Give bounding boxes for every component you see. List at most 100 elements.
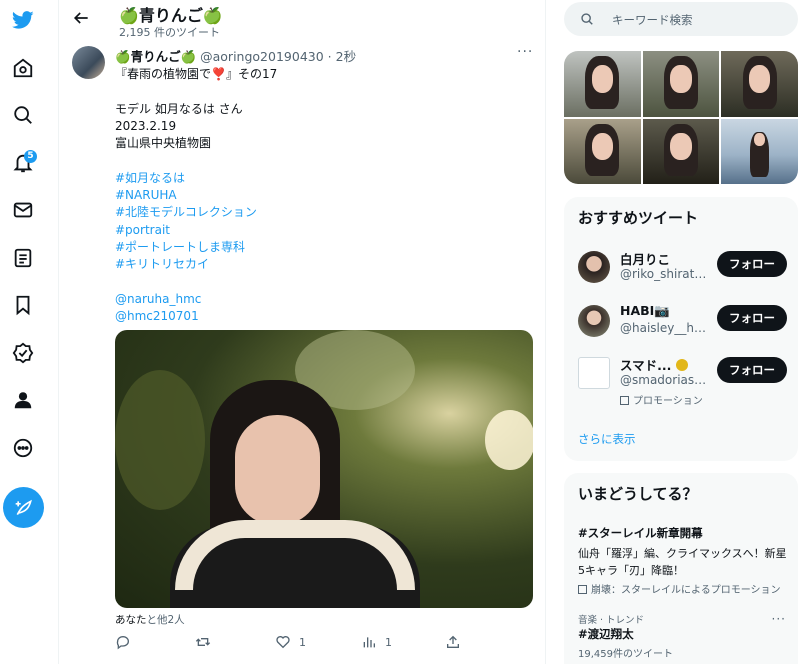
gallery-photo-face [754,132,765,146]
gallery-photo[interactable] [721,51,798,117]
views-bar-chart-icon [363,637,375,648]
retweet-icon [195,638,211,646]
user-name[interactable]: HABI📷 [620,303,670,319]
gallery-photo[interactable] [642,51,720,117]
page-title: 🍏青りんご🍏 [119,6,223,25]
photo-subject-collar [175,520,415,590]
trend-title: #渡辺翔太 [578,627,634,641]
gallery-photo[interactable] [564,118,641,184]
liked-by-line[interactable]: あなたと他2人 [115,612,185,627]
mention-link[interactable]: @hmc210701 [115,308,535,325]
hashtag-link[interactable]: #キリトリセカイ [115,256,535,273]
verified-icon[interactable] [5,335,41,371]
hashtag-link[interactable]: #portrait [115,222,535,239]
follow-button[interactable]: フォロー [717,357,787,383]
gallery-photo-face [591,65,614,93]
bookmarks-icon[interactable] [5,287,41,323]
trends-title: いまどうしてる？ [578,485,698,503]
reply-icon [116,636,130,650]
user-handle[interactable]: @smadoriasahi [620,373,708,387]
tweet-line: モデル 如月なるは さん [115,101,243,116]
show-more-link[interactable]: さらに表示 [578,431,636,447]
notifications-bell-icon[interactable]: 5 [5,145,41,181]
promoted-icon [620,396,629,405]
right-sidebar: キーワード検索 おすすめツイート 白月りこ @riko_shiratsuki フ… [562,0,800,664]
reply-button[interactable] [115,634,131,650]
gallery-photo[interactable] [721,118,798,184]
notification-count-badge: 5 [24,150,37,163]
author-avatar[interactable] [72,46,105,79]
promoted-icon [578,585,587,594]
recommended-user[interactable]: 白月りこ @riko_shiratsuki フォロー [578,249,788,289]
like-count: 1 [299,635,306,649]
gallery-photo[interactable] [564,51,641,117]
tweet-line [115,274,535,291]
home-icon[interactable] [5,50,41,86]
user-name[interactable]: 白月りこ [620,249,670,268]
tweet-line [115,152,535,169]
bokeh-light [485,410,533,470]
user-name[interactable]: スマド... [620,355,688,374]
author-name[interactable]: 🍏青りんご🍏 [115,49,196,64]
views-button[interactable]: 1 [361,634,392,650]
tweet-line: 2023.2.19 [115,118,177,133]
tweet-more-icon[interactable]: ··· [517,44,533,60]
promotion-text: プロモーション [633,396,703,407]
more-circle-icon[interactable] [5,430,41,466]
tweet-header: 🍏青りんご🍏 @aoringo20190430 · 2秒 [115,46,356,65]
tweet-time[interactable]: 2秒 [336,49,356,64]
profile-person-icon[interactable] [5,382,41,418]
profile-header: 🍏青りんご🍏 2,195 件のツイート [59,0,547,40]
recommended-user[interactable]: スマド... @smadoriasahi フォロー プロモーション [578,355,788,415]
separator-dot: · [327,49,332,64]
tweet-count: 2,195 件のツイート [119,26,220,39]
tweet-line [115,83,535,100]
heart-icon [276,636,290,649]
search-icon [581,13,593,25]
recommended-user[interactable]: HABI📷 @haisley__habi フォロー [578,303,788,343]
gallery-photo-face [670,132,692,161]
recommended-panel: おすすめツイート 白月りこ @riko_shiratsuki フォロー HABI… [564,197,798,461]
messages-envelope-icon[interactable] [5,192,41,228]
verified-badge-icon [675,359,688,371]
trend-more-icon[interactable]: ··· [772,612,786,626]
tweet-line: 『春雨の植物園で❣️』その17 [115,67,278,81]
share-button[interactable] [445,634,461,650]
gallery-photo-face [591,132,614,161]
hashtag-link[interactable]: #北陸モデルコレクション [115,204,535,221]
back-arrow-icon[interactable] [71,8,91,28]
like-button[interactable]: 1 [275,634,306,650]
media-gallery[interactable] [564,51,798,184]
user-handle[interactable]: @riko_shiratsuki [620,267,708,281]
lists-icon[interactable] [5,240,41,276]
promotion-label: プロモーション [620,392,703,407]
liked-by-you: あなた [115,614,147,626]
tweet-photo[interactable] [115,330,533,608]
photo-subject-face [235,415,320,525]
twitter-logo-icon[interactable] [5,2,41,38]
user-avatar[interactable] [578,251,610,283]
user-avatar[interactable] [578,305,610,337]
trend-item[interactable]: #スターレイル新章開幕 仙舟「羅浮」編、クライマックスへ！新星5キャラ「刃」降臨… [578,525,788,596]
hashtag-link[interactable]: #NARUHA [115,187,535,204]
retweet-button[interactable] [195,634,211,650]
trend-item[interactable]: 音楽 · トレンド #渡辺翔太 19,459件のツイート [578,612,788,660]
user-handle[interactable]: @haisley__habi [620,321,708,335]
follow-button[interactable]: フォロー [717,305,787,331]
recommended-title: おすすめツイート [578,209,699,227]
mention-link[interactable]: @naruha_hmc [115,291,535,308]
follow-button[interactable]: フォロー [717,251,787,277]
compose-tweet-button[interactable] [3,487,44,528]
left-nav: 5 [0,0,46,664]
liked-by-others: と他2人 [146,614,185,626]
user-avatar[interactable] [578,357,610,389]
search-placeholder: キーワード検索 [612,13,693,27]
author-handle[interactable]: @aoringo20190430 [200,49,324,64]
explore-search-icon[interactable] [5,97,41,133]
user-name-text: スマド... [620,358,672,373]
gallery-photo[interactable] [642,118,720,184]
trend-category: 音楽 · トレンド [578,615,645,626]
hashtag-link[interactable]: #如月なるは [115,170,535,187]
hashtag-link[interactable]: #ポートレートしま専科 [115,239,535,256]
search-box[interactable]: キーワード検索 [564,2,798,36]
